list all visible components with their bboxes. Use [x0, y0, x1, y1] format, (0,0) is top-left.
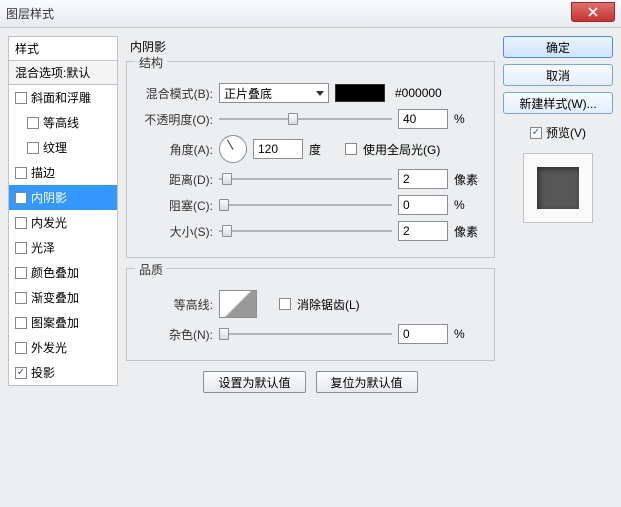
- style-item-1[interactable]: 等高线: [9, 110, 117, 135]
- close-icon: [588, 7, 598, 17]
- opacity-label: 不透明度(O):: [137, 111, 213, 128]
- style-checkbox[interactable]: [27, 117, 39, 129]
- style-label: 外发光: [31, 339, 67, 356]
- style-list: 斜面和浮雕等高线纹理描边内阴影内发光光泽颜色叠加渐变叠加图案叠加外发光投影: [8, 85, 118, 386]
- noise-unit: %: [454, 327, 484, 341]
- style-item-4[interactable]: 内阴影: [9, 185, 117, 210]
- reset-default-button[interactable]: 复位为默认值: [316, 371, 418, 393]
- effect-title: 内阴影: [130, 38, 495, 55]
- style-checkbox[interactable]: [15, 317, 27, 329]
- preview-checkbox[interactable]: [530, 127, 542, 139]
- style-checkbox[interactable]: [27, 142, 39, 154]
- blend-mode-value: 正片叠底: [224, 85, 272, 102]
- global-light-label: 使用全局光(G): [363, 141, 440, 158]
- titlebar: 图层样式: [0, 0, 621, 28]
- choke-label: 阻塞(C):: [137, 197, 213, 214]
- style-label: 斜面和浮雕: [31, 89, 91, 106]
- preview-label: 预览(V): [546, 124, 586, 141]
- choke-input[interactable]: [398, 195, 448, 215]
- noise-label: 杂色(N):: [137, 326, 213, 343]
- size-unit: 像素: [454, 223, 484, 240]
- style-checkbox[interactable]: [15, 167, 27, 179]
- choke-slider[interactable]: [219, 198, 392, 212]
- style-label: 颜色叠加: [31, 264, 79, 281]
- color-hex: #000000: [395, 86, 442, 100]
- style-checkbox[interactable]: [15, 267, 27, 279]
- styles-header: 样式: [8, 36, 118, 60]
- style-item-0[interactable]: 斜面和浮雕: [9, 85, 117, 110]
- distance-slider[interactable]: [219, 172, 392, 186]
- style-checkbox[interactable]: [15, 217, 27, 229]
- style-item-9[interactable]: 图案叠加: [9, 310, 117, 335]
- style-label: 渐变叠加: [31, 289, 79, 306]
- size-slider[interactable]: [219, 224, 392, 238]
- blend-mode-label: 混合模式(B):: [137, 85, 213, 102]
- distance-label: 距离(D):: [137, 171, 213, 188]
- style-item-10[interactable]: 外发光: [9, 335, 117, 360]
- preview-box: [523, 153, 593, 223]
- color-swatch[interactable]: [335, 84, 385, 102]
- opacity-unit: %: [454, 112, 484, 126]
- ok-button[interactable]: 确定: [503, 36, 613, 58]
- style-label: 等高线: [43, 114, 79, 131]
- choke-unit: %: [454, 198, 484, 212]
- size-label: 大小(S):: [137, 223, 213, 240]
- dialog-content: 样式 混合选项:默认 斜面和浮雕等高线纹理描边内阴影内发光光泽颜色叠加渐变叠加图…: [0, 28, 621, 507]
- contour-picker[interactable]: [219, 290, 257, 318]
- styles-panel: 样式 混合选项:默认 斜面和浮雕等高线纹理描边内阴影内发光光泽颜色叠加渐变叠加图…: [8, 36, 118, 499]
- make-default-button[interactable]: 设置为默认值: [203, 371, 305, 393]
- size-input[interactable]: [398, 221, 448, 241]
- quality-fieldset: 品质 等高线: 消除锯齿(L) 杂色(N): %: [126, 268, 495, 361]
- angle-label: 角度(A):: [137, 141, 213, 158]
- style-item-7[interactable]: 颜色叠加: [9, 260, 117, 285]
- angle-unit: 度: [309, 141, 339, 158]
- style-item-3[interactable]: 描边: [9, 160, 117, 185]
- style-item-8[interactable]: 渐变叠加: [9, 285, 117, 310]
- opacity-input[interactable]: [398, 109, 448, 129]
- style-checkbox[interactable]: [15, 292, 27, 304]
- angle-dial[interactable]: [219, 135, 247, 163]
- contour-label: 等高线:: [137, 296, 213, 313]
- style-checkbox[interactable]: [15, 92, 27, 104]
- antialias-checkbox[interactable]: [279, 298, 291, 310]
- style-label: 内发光: [31, 214, 67, 231]
- global-light-checkbox[interactable]: [345, 143, 357, 155]
- cancel-button[interactable]: 取消: [503, 64, 613, 86]
- noise-slider[interactable]: [219, 327, 392, 341]
- window-title: 图层样式: [6, 5, 54, 22]
- settings-panel: 内阴影 结构 混合模式(B): 正片叠底 #000000 不透明度(O):: [126, 36, 495, 499]
- style-label: 光泽: [31, 239, 55, 256]
- style-checkbox[interactable]: [15, 192, 27, 204]
- distance-input[interactable]: [398, 169, 448, 189]
- structure-legend: 结构: [135, 54, 167, 71]
- close-button[interactable]: [571, 2, 615, 22]
- style-item-11[interactable]: 投影: [9, 360, 117, 385]
- distance-unit: 像素: [454, 171, 484, 188]
- style-checkbox[interactable]: [15, 242, 27, 254]
- opacity-slider[interactable]: [219, 112, 392, 126]
- style-checkbox[interactable]: [15, 367, 27, 379]
- right-panel: 确定 取消 新建样式(W)... 预览(V): [503, 36, 613, 499]
- style-label: 内阴影: [31, 189, 67, 206]
- new-style-button[interactable]: 新建样式(W)...: [503, 92, 613, 114]
- default-buttons-row: 设置为默认值 复位为默认值: [126, 371, 495, 393]
- preview-toggle-row: 预览(V): [503, 124, 613, 141]
- quality-legend: 品质: [135, 261, 167, 278]
- style-checkbox[interactable]: [15, 342, 27, 354]
- blend-options-item[interactable]: 混合选项:默认: [8, 60, 118, 85]
- noise-input[interactable]: [398, 324, 448, 344]
- style-label: 描边: [31, 164, 55, 181]
- structure-fieldset: 结构 混合模式(B): 正片叠底 #000000 不透明度(O): %: [126, 61, 495, 258]
- preview-swatch: [537, 167, 579, 209]
- angle-input[interactable]: [253, 139, 303, 159]
- style-label: 纹理: [43, 139, 67, 156]
- style-item-6[interactable]: 光泽: [9, 235, 117, 260]
- style-label: 图案叠加: [31, 314, 79, 331]
- blend-mode-select[interactable]: 正片叠底: [219, 83, 329, 103]
- antialias-label: 消除锯齿(L): [297, 296, 360, 313]
- style-label: 投影: [31, 364, 55, 381]
- style-item-5[interactable]: 内发光: [9, 210, 117, 235]
- style-item-2[interactable]: 纹理: [9, 135, 117, 160]
- chevron-down-icon: [316, 91, 324, 96]
